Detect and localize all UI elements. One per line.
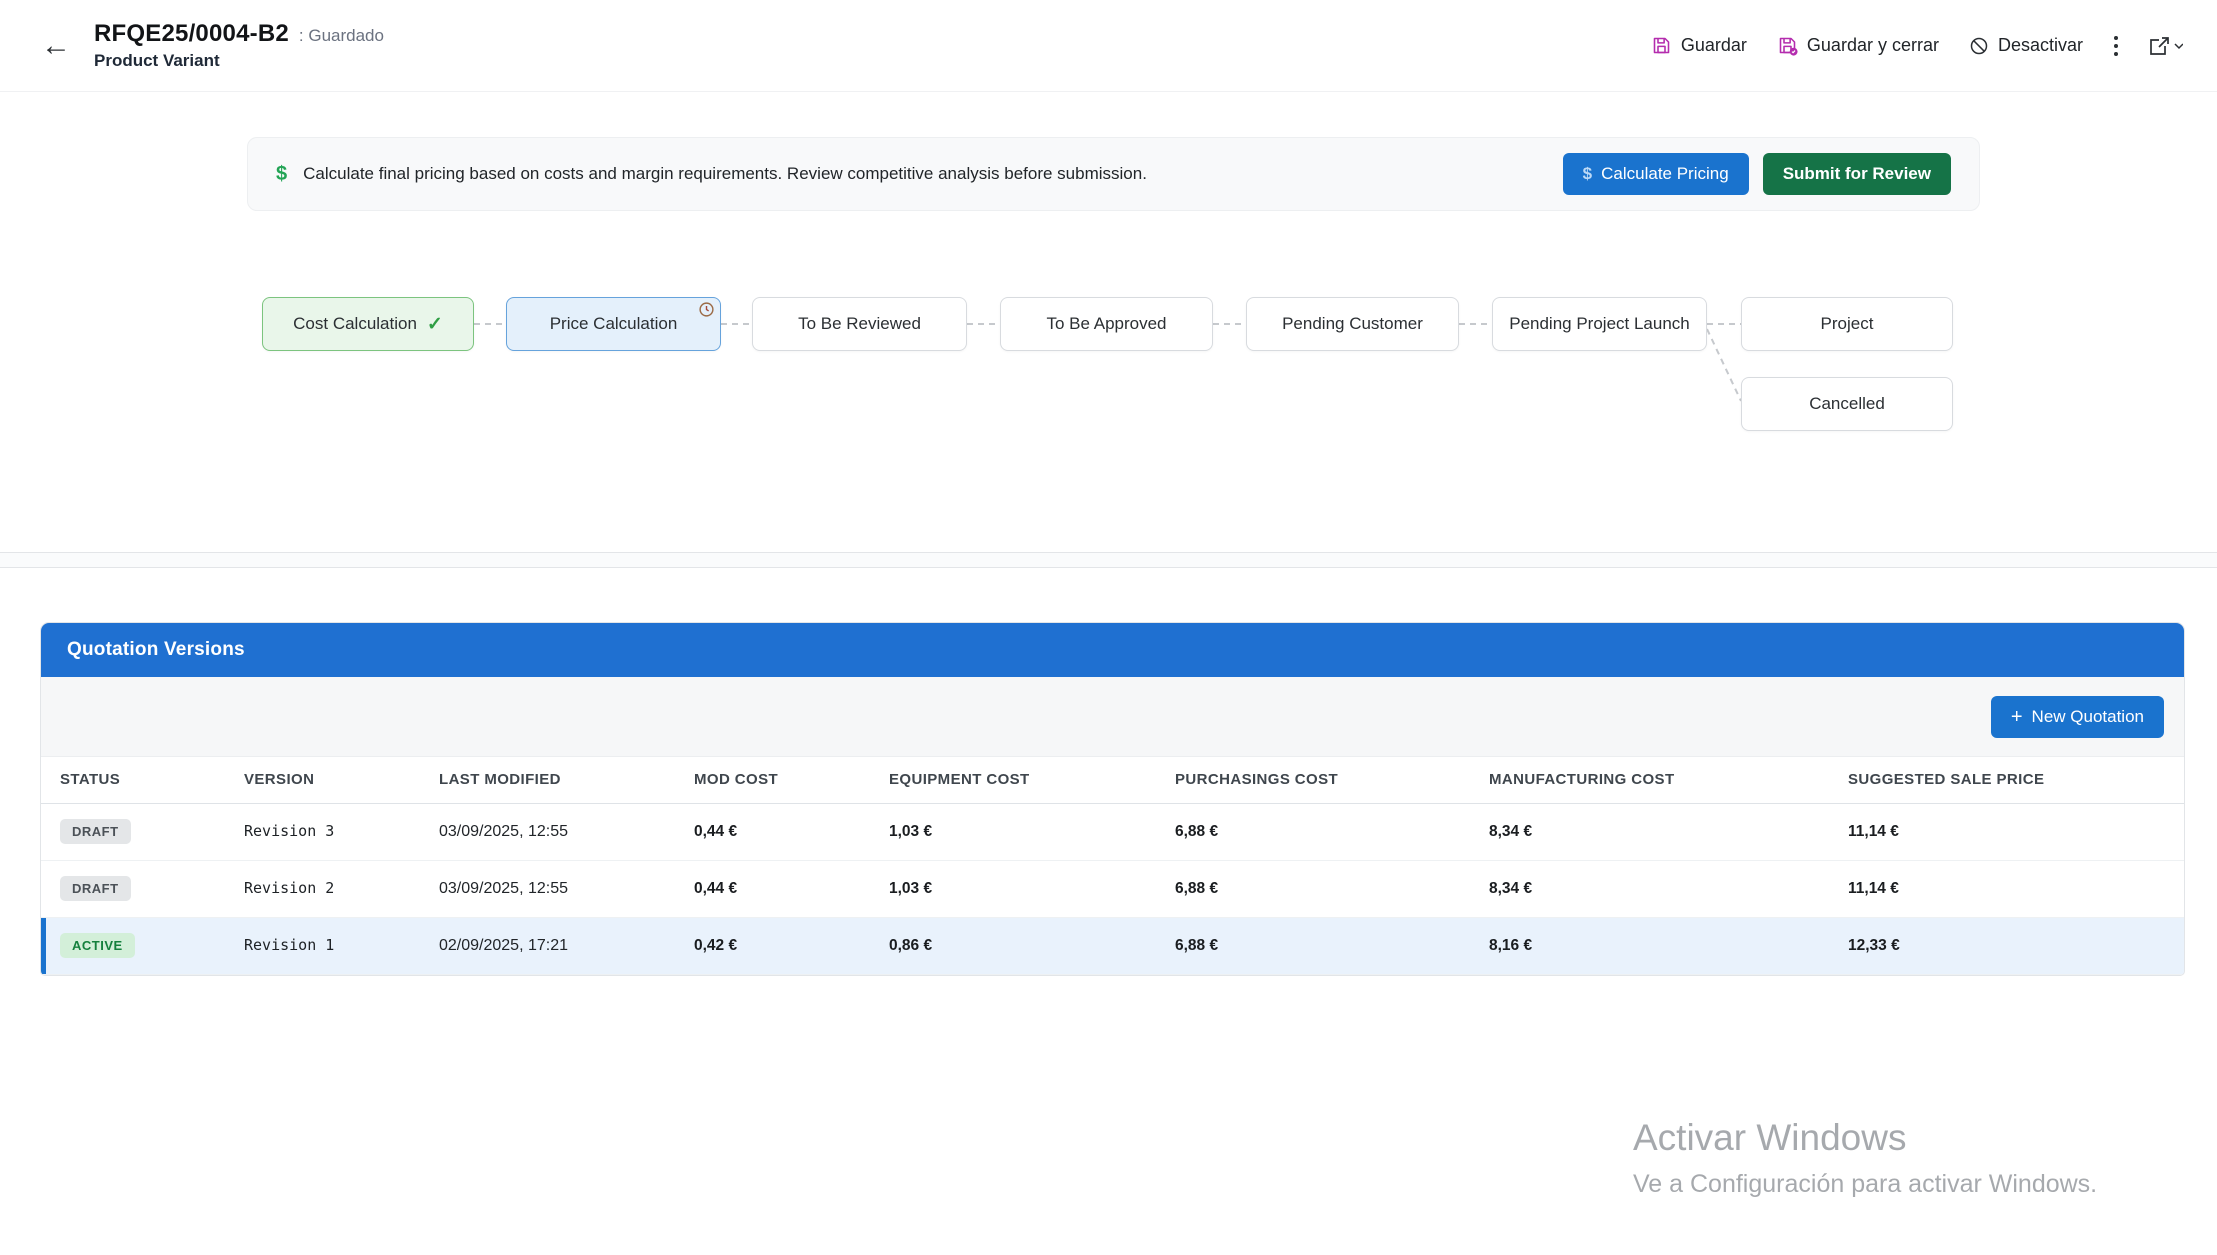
title-block: RFQE25/0004-B2 : Guardado Product Varian… <box>94 20 384 71</box>
suggested-sale-price-cell: 12,33 € <box>1848 937 1900 954</box>
submit-for-review-button[interactable]: Submit for Review <box>1763 153 1951 195</box>
save-icon <box>1651 35 1672 56</box>
share-icon <box>2149 35 2183 57</box>
version-cell: Revision 1 <box>244 936 334 954</box>
table-row[interactable]: ACTIVE Revision 1 02/09/2025, 17:21 0,42… <box>41 917 2185 974</box>
status-badge: DRAFT <box>60 819 131 844</box>
column-header-purchasings-cost: PURCHASINGS COST <box>1156 757 1470 803</box>
panel-toolbar: + New Quotation <box>41 677 2184 757</box>
check-icon: ✓ <box>427 313 443 336</box>
app-header: ← RFQE25/0004-B2 : Guardado Product Vari… <box>0 0 2217 92</box>
deactivate-icon <box>1969 36 1989 56</box>
panel-title: Quotation Versions <box>67 639 245 661</box>
clock-icon <box>698 301 715 323</box>
table-header-row: STATUS VERSION LAST MODIFIED MOD COST EQ… <box>41 757 2185 803</box>
panel-header: Quotation Versions <box>41 623 2184 677</box>
save-and-close-label: Guardar y cerrar <box>1807 35 1939 56</box>
mod-cost-cell: 0,44 € <box>694 880 737 897</box>
purchasings-cost-cell: 6,88 € <box>1175 937 1218 954</box>
stage-cost-calculation[interactable]: Cost Calculation ✓ <box>262 297 474 351</box>
stage-label: Project <box>1821 314 1874 334</box>
mod-cost-cell: 0,44 € <box>694 823 737 840</box>
quotation-versions-section: Quotation Versions + New Quotation STATU… <box>0 568 2217 976</box>
quotation-versions-panel: Quotation Versions + New Quotation STATU… <box>40 622 2185 976</box>
suggested-sale-price-cell: 11,14 € <box>1848 823 1899 840</box>
stage-label: Price Calculation <box>550 314 678 334</box>
status-badge: DRAFT <box>60 876 131 901</box>
section-divider <box>0 552 2217 568</box>
calculate-pricing-label: Calculate Pricing <box>1601 164 1729 184</box>
deactivate-label: Desactivar <box>1998 35 2083 56</box>
manufacturing-cost-cell: 8,34 € <box>1489 823 1532 840</box>
column-header-equipment-cost: EQUIPMENT COST <box>870 757 1156 803</box>
header-actions: Guardar Guardar y cerrar Desactivar <box>1651 34 2183 58</box>
banner-message: Calculate final pricing based on costs a… <box>303 164 1147 184</box>
column-header-mod-cost: MOD COST <box>675 757 870 803</box>
table-row[interactable]: DRAFT Revision 3 03/09/2025, 12:55 0,44 … <box>41 803 2185 860</box>
back-button[interactable]: ← <box>34 24 78 68</box>
mod-cost-cell: 0,42 € <box>694 937 737 954</box>
stage-cancelled[interactable]: Cancelled <box>1741 377 1953 431</box>
last-modified-cell: 03/09/2025, 12:55 <box>439 823 568 840</box>
column-header-status: STATUS <box>41 757 225 803</box>
submit-for-review-label: Submit for Review <box>1783 164 1931 184</box>
kebab-icon <box>2113 34 2119 58</box>
suggested-sale-price-cell: 11,14 € <box>1848 880 1899 897</box>
watermark-subtitle: Ve a Configuración para activar Windows. <box>1633 1168 2097 1201</box>
record-status: : Guardado <box>299 26 384 46</box>
stage-label: Cancelled <box>1809 394 1885 414</box>
stage-to-be-reviewed[interactable]: To Be Reviewed <box>752 297 967 351</box>
status-badge: ACTIVE <box>60 933 135 958</box>
last-modified-cell: 03/09/2025, 12:55 <box>439 880 568 897</box>
windows-activation-watermark: Activar Windows Ve a Configuración para … <box>1633 1116 2097 1201</box>
calculate-pricing-button[interactable]: $ Calculate Pricing <box>1563 153 1749 195</box>
share-button[interactable] <box>2149 35 2183 57</box>
new-quotation-button[interactable]: + New Quotation <box>1991 696 2164 738</box>
equipment-cost-cell: 0,86 € <box>889 937 932 954</box>
page-subtitle: Product Variant <box>94 51 384 71</box>
dollar-icon: $ <box>276 163 287 186</box>
save-and-close-icon <box>1777 35 1798 56</box>
column-header-suggested-sale-price: SUGGESTED SALE PRICE <box>1829 757 2185 803</box>
stage-pending-project-launch[interactable]: Pending Project Launch <box>1492 297 1707 351</box>
stage-label: Pending Customer <box>1282 314 1423 334</box>
page-title: RFQE25/0004-B2 <box>94 20 289 48</box>
purchasings-cost-cell: 6,88 € <box>1175 880 1218 897</box>
table-row[interactable]: DRAFT Revision 2 03/09/2025, 12:55 0,44 … <box>41 860 2185 917</box>
stage-label: To Be Reviewed <box>798 314 921 334</box>
stage-label: To Be Approved <box>1046 314 1166 334</box>
pricing-banner: $ Calculate final pricing based on costs… <box>247 137 1980 211</box>
column-header-manufacturing-cost: MANUFACTURING COST <box>1470 757 1829 803</box>
plus-icon: + <box>2011 707 2023 727</box>
equipment-cost-cell: 1,03 € <box>889 880 932 897</box>
pricing-section: $ Calculate final pricing based on costs… <box>0 92 2217 552</box>
equipment-cost-cell: 1,03 € <box>889 823 932 840</box>
new-quotation-label: New Quotation <box>2032 707 2144 727</box>
save-button[interactable]: Guardar <box>1651 35 1747 56</box>
save-label: Guardar <box>1681 35 1747 56</box>
manufacturing-cost-cell: 8,16 € <box>1489 937 1532 954</box>
save-and-close-button[interactable]: Guardar y cerrar <box>1777 35 1939 56</box>
dollar-icon: $ <box>1583 164 1592 184</box>
deactivate-button[interactable]: Desactivar <box>1969 35 2083 56</box>
stage-project[interactable]: Project <box>1741 297 1953 351</box>
purchasings-cost-cell: 6,88 € <box>1175 823 1218 840</box>
watermark-title: Activar Windows <box>1633 1116 2097 1160</box>
kebab-menu-button[interactable] <box>2113 34 2119 58</box>
stage-to-be-approved[interactable]: To Be Approved <box>1000 297 1213 351</box>
stage-label: Cost Calculation <box>293 314 417 334</box>
stage-pending-customer[interactable]: Pending Customer <box>1246 297 1459 351</box>
workflow-stages: Cost Calculation ✓ Price Calculation To … <box>0 297 2217 447</box>
last-modified-cell: 02/09/2025, 17:21 <box>439 937 568 954</box>
versions-table: STATUS VERSION LAST MODIFIED MOD COST EQ… <box>41 757 2185 975</box>
manufacturing-cost-cell: 8,34 € <box>1489 880 1532 897</box>
version-cell: Revision 2 <box>244 879 334 897</box>
column-header-last-modified: LAST MODIFIED <box>420 757 675 803</box>
stage-price-calculation[interactable]: Price Calculation <box>506 297 721 351</box>
column-header-version: VERSION <box>225 757 420 803</box>
version-cell: Revision 3 <box>244 822 334 840</box>
stage-label: Pending Project Launch <box>1509 314 1690 334</box>
